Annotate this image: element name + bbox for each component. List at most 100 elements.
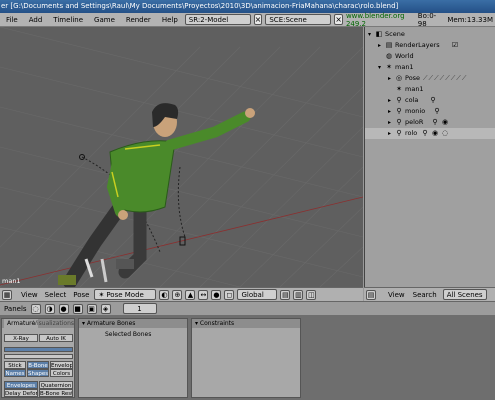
collapse-arrow-icon[interactable]: ▸ (388, 106, 391, 117)
translate-icon[interactable]: ↔ (198, 289, 209, 300)
outliner-label: rolo (405, 129, 418, 137)
3d-viewport[interactable]: man1 (0, 27, 363, 287)
viewport-scene (0, 27, 363, 287)
draw-type-icon[interactable]: ◐ (159, 289, 170, 300)
bbone-button[interactable]: B-Bone (27, 361, 49, 369)
names-button[interactable]: Names (4, 369, 26, 377)
modifier-icon: ⚲ (422, 129, 428, 137)
layer-lock-icon[interactable]: ▥ (293, 289, 304, 300)
outliner-panel[interactable]: ▾ ◧ Scene ▸ ▤ RenderLayers ☑ ◍ World ▾ ✶… (364, 27, 495, 287)
logic-context-icon[interactable]: ◌ (30, 303, 41, 314)
collapse-arrow-icon[interactable]: ▸ (388, 117, 391, 128)
collapse-arrow-icon[interactable]: ▸ (378, 40, 381, 51)
character-right-hand (245, 108, 255, 118)
scene-selector[interactable]: SCE:Scene (265, 14, 332, 25)
menu-view[interactable]: View (19, 291, 40, 299)
expand-arrow-icon[interactable]: ▾ (368, 29, 371, 40)
buttons-window-header: Panels ◌ ◑ ● ■ ▣ ◈ 1 (0, 301, 495, 315)
scene-context-icon[interactable]: ◈ (100, 303, 111, 314)
outliner-row-renderlayers[interactable]: ▸ ▤ RenderLayers ☑ (365, 40, 495, 51)
xray-button[interactable]: X-Ray (4, 334, 38, 342)
outliner-filter-selector[interactable]: All Scenes (442, 289, 487, 300)
outliner-row-man1[interactable]: ▾ ✶ man1 (365, 62, 495, 73)
tab-visualizations[interactable]: Visualizations (30, 319, 77, 328)
mode-label: Pose Mode (106, 290, 144, 299)
selected-bones-label: Selected Bones (105, 331, 152, 338)
ik-target-pole-2 (100, 258, 108, 283)
auto-ik-button[interactable]: Auto IK (39, 334, 73, 342)
bone-layers-row-2[interactable] (4, 354, 73, 359)
menu-pose[interactable]: Pose (71, 291, 91, 299)
shapes-button[interactable]: Shapes (27, 369, 49, 377)
scale-icon[interactable]: ◻ (224, 289, 235, 300)
frame-counter[interactable]: 1 (122, 303, 157, 314)
collapse-arrow-icon[interactable]: ▸ (388, 128, 391, 139)
blender-url[interactable]: www.blender.org 249.2 (346, 12, 413, 28)
main-menu-bar: File Add Timeline Game Render Help SR:2-… (0, 11, 495, 28)
editor-type-icon[interactable]: ▤ (366, 289, 376, 300)
screen-selector[interactable]: SR:2-Model (184, 14, 251, 25)
object-context-icon[interactable]: ■ (72, 303, 83, 314)
armature-panel: Armature Visualizations X-Ray Auto IK St… (1, 318, 75, 398)
outliner-row-pelor[interactable]: ▸ ⚲ peloR ⚲ ◉ (365, 117, 495, 128)
outliner-row-rolo[interactable]: ▸ ⚲ rolo ⚲ ◉ ◌ (365, 128, 495, 139)
outliner-label: Pose (405, 74, 421, 82)
pivot-icon[interactable]: ⊕ (172, 289, 183, 300)
envelopes-button[interactable]: Envelopes (4, 381, 38, 389)
colors-button[interactable]: Colors (50, 369, 73, 377)
character-left-leg (63, 200, 127, 287)
menu-timeline[interactable]: Timeline (49, 16, 87, 24)
mode-selector[interactable]: ✶ Pose Mode (94, 289, 157, 300)
bone-layers-row[interactable] (4, 347, 73, 352)
orientation-label: Global (241, 290, 264, 299)
outliner-menu-view[interactable]: View (386, 291, 407, 299)
envelope-button[interactable]: Envelope (50, 361, 73, 369)
layer-buttons-icon[interactable]: ▤ (280, 289, 291, 300)
delay-deform-button[interactable]: Delay Deform (4, 389, 38, 397)
menu-select[interactable]: Select (43, 291, 69, 299)
script-context-icon[interactable]: ◑ (44, 303, 55, 314)
bone-icons-row: ⟋⟋⟋⟋⟋⟋⟋⟋ (423, 74, 468, 82)
outliner-row-world[interactable]: ◍ World (365, 51, 495, 62)
outliner-label: monio (405, 107, 426, 115)
outliner-menu-search[interactable]: Search (411, 291, 439, 299)
stick-button[interactable]: Stick (4, 361, 26, 369)
orientation-selector[interactable]: Global (237, 289, 278, 300)
outliner-row-cola[interactable]: ▸ ⚲ cola ⚲ (365, 95, 495, 106)
screen-name: SR:2-Model (188, 15, 229, 24)
armature-data-icon: ✶ (396, 85, 402, 93)
constraint-icon: ◌ (441, 129, 449, 137)
shading-context-icon[interactable]: ● (58, 303, 69, 314)
menu-render[interactable]: Render (122, 16, 155, 24)
menu-help[interactable]: Help (158, 16, 182, 24)
buttons-area: Armature Visualizations X-Ray Auto IK St… (0, 315, 495, 400)
outliner-row-monio[interactable]: ▸ ⚲ monio ⚲ (365, 106, 495, 117)
outliner-row-man1-data[interactable]: ✶ man1 (365, 84, 495, 95)
filter-label: All Scenes (446, 290, 483, 299)
expand-arrow-icon[interactable]: ▾ (378, 62, 381, 73)
menu-game[interactable]: Game (90, 16, 119, 24)
outliner-label: peloR (405, 118, 424, 126)
outliner-row-scene[interactable]: ▾ ◧ Scene (365, 29, 495, 40)
screen-delete-button[interactable]: × (253, 14, 263, 25)
outliner-label: World (395, 52, 414, 60)
editor-type-icon[interactable]: ▦ (2, 289, 12, 300)
collapse-arrow-icon[interactable]: ▸ (388, 95, 391, 106)
stats-bones: Bo:0-98 (417, 11, 437, 28)
outliner-row-pose[interactable]: ▸ ◎ Pose ⟋⟋⟋⟋⟋⟋⟋⟋ (365, 73, 495, 84)
scene-delete-button[interactable]: × (334, 14, 343, 25)
rotate-icon[interactable]: ● (211, 289, 222, 300)
render-preview-icon[interactable]: ◫ (306, 289, 317, 300)
scene-name: SCE:Scene (269, 15, 307, 24)
render-toggle-icon[interactable]: ☑ (451, 41, 459, 49)
menu-file[interactable]: File (2, 16, 22, 24)
bbone-rest-button[interactable]: B-Bone Rest (39, 389, 73, 397)
quaternion-button[interactable]: Quaternion (39, 381, 73, 389)
editing-context-icon[interactable]: ▣ (86, 303, 97, 314)
manipulator-icon[interactable]: ▲ (185, 289, 196, 300)
mesh-icon: ⚲ (396, 129, 402, 137)
mesh-icon: ⚲ (396, 96, 402, 104)
collapse-arrow-icon[interactable]: ▸ (388, 73, 391, 84)
material-icon: ◉ (431, 129, 439, 137)
menu-add[interactable]: Add (25, 16, 47, 24)
